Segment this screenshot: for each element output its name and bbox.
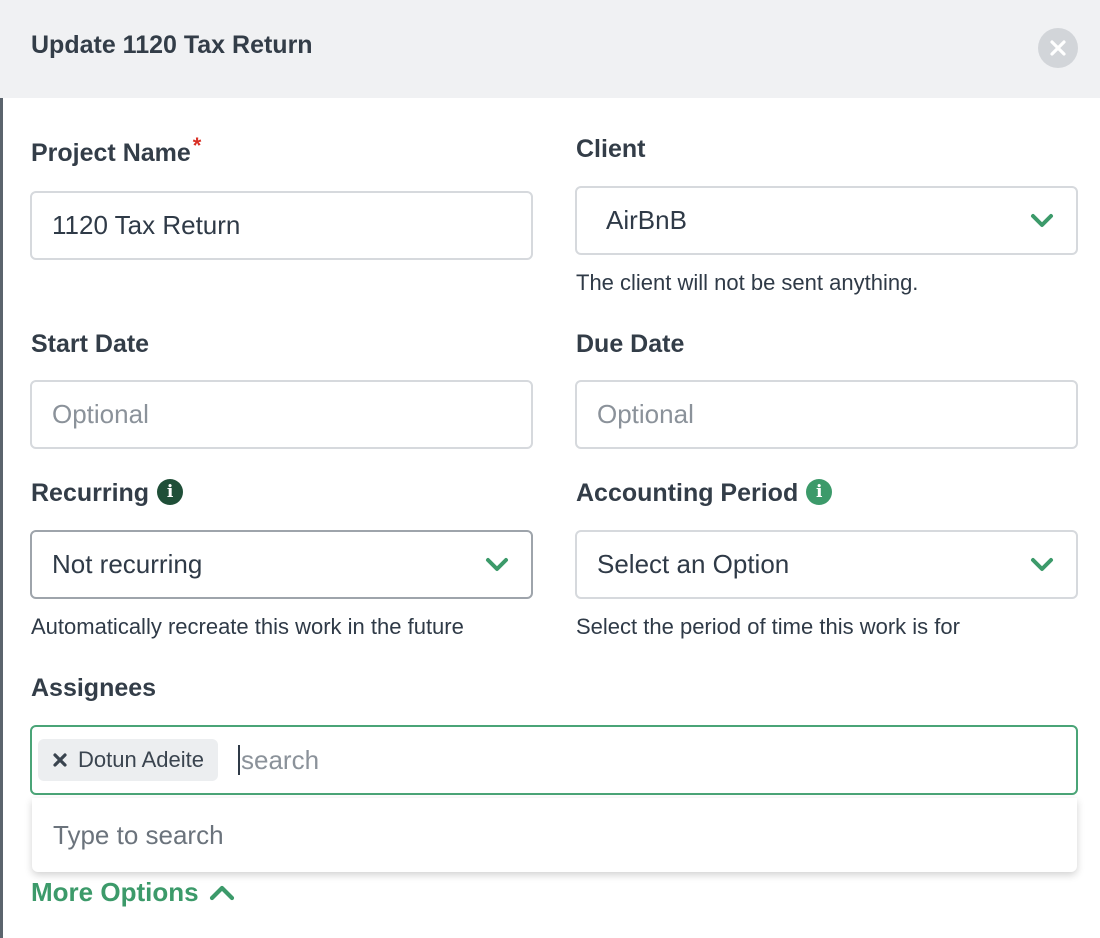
project-name-value: 1120 Tax Return [52,210,241,240]
more-options-label: More Options [31,877,199,907]
due-date-label: Due Date [576,330,685,358]
client-select[interactable]: AirBnB [575,186,1078,255]
accounting-period-label: Accounting Period i [576,479,833,508]
client-value: AirBnB [606,205,687,235]
modal-header: Update 1120 Tax Return [0,0,1100,98]
recurring-helper-text: Automatically recreate this work in the … [31,614,464,639]
chevron-down-icon [485,557,509,573]
chevron-down-icon [1030,213,1054,229]
required-asterisk: * [192,133,202,158]
dropdown-hint: Type to search [53,819,224,850]
assignees-label: Assignees [31,674,157,702]
client-helper-text: The client will not be sent anything. [576,270,919,295]
recurring-select[interactable]: Not recurring [30,530,533,599]
chevron-down-icon [1030,557,1054,573]
update-project-modal: Update 1120 Tax Return Project Name* 112… [0,0,1100,938]
assignee-chip: Dotun Adeite [38,739,218,781]
info-icon[interactable]: i [157,479,184,506]
due-date-placeholder: Optional [597,399,694,429]
assignees-input[interactable]: Dotun Adeite [30,725,1078,795]
assignee-dropdown: Type to search [32,798,1077,872]
close-icon [1050,40,1066,56]
accounting-period-helper-text: Select the period of time this work is f… [576,614,960,639]
text-caret [237,745,240,775]
accounting-period-select[interactable]: Select an Option [575,530,1078,599]
modal-title: Update 1120 Tax Return [31,31,313,59]
client-label: Client [576,135,646,163]
project-name-label-text: Project Name [31,139,191,167]
start-date-label: Start Date [31,330,150,358]
accounting-period-label-text: Accounting Period [576,479,799,507]
assignee-search-input[interactable] [240,744,941,776]
start-date-placeholder: Optional [52,399,149,429]
info-icon[interactable]: i [806,479,833,506]
recurring-value: Not recurring [52,549,203,579]
recurring-label-text: Recurring [31,479,150,507]
close-button[interactable] [1038,28,1078,68]
recurring-label: Recurring i [31,479,184,508]
project-name-input[interactable]: 1120 Tax Return [30,191,533,260]
start-date-input[interactable]: Optional [30,380,533,449]
assignee-chip-label: Dotun Adeite [78,747,204,772]
modal-edge [0,0,3,938]
project-name-label: Project Name* [31,133,201,168]
due-date-input[interactable]: Optional [575,380,1078,449]
chevron-up-icon [209,885,234,900]
more-options-toggle[interactable]: More Options [31,877,235,908]
x-icon[interactable] [52,752,68,768]
accounting-period-value: Select an Option [597,549,790,579]
